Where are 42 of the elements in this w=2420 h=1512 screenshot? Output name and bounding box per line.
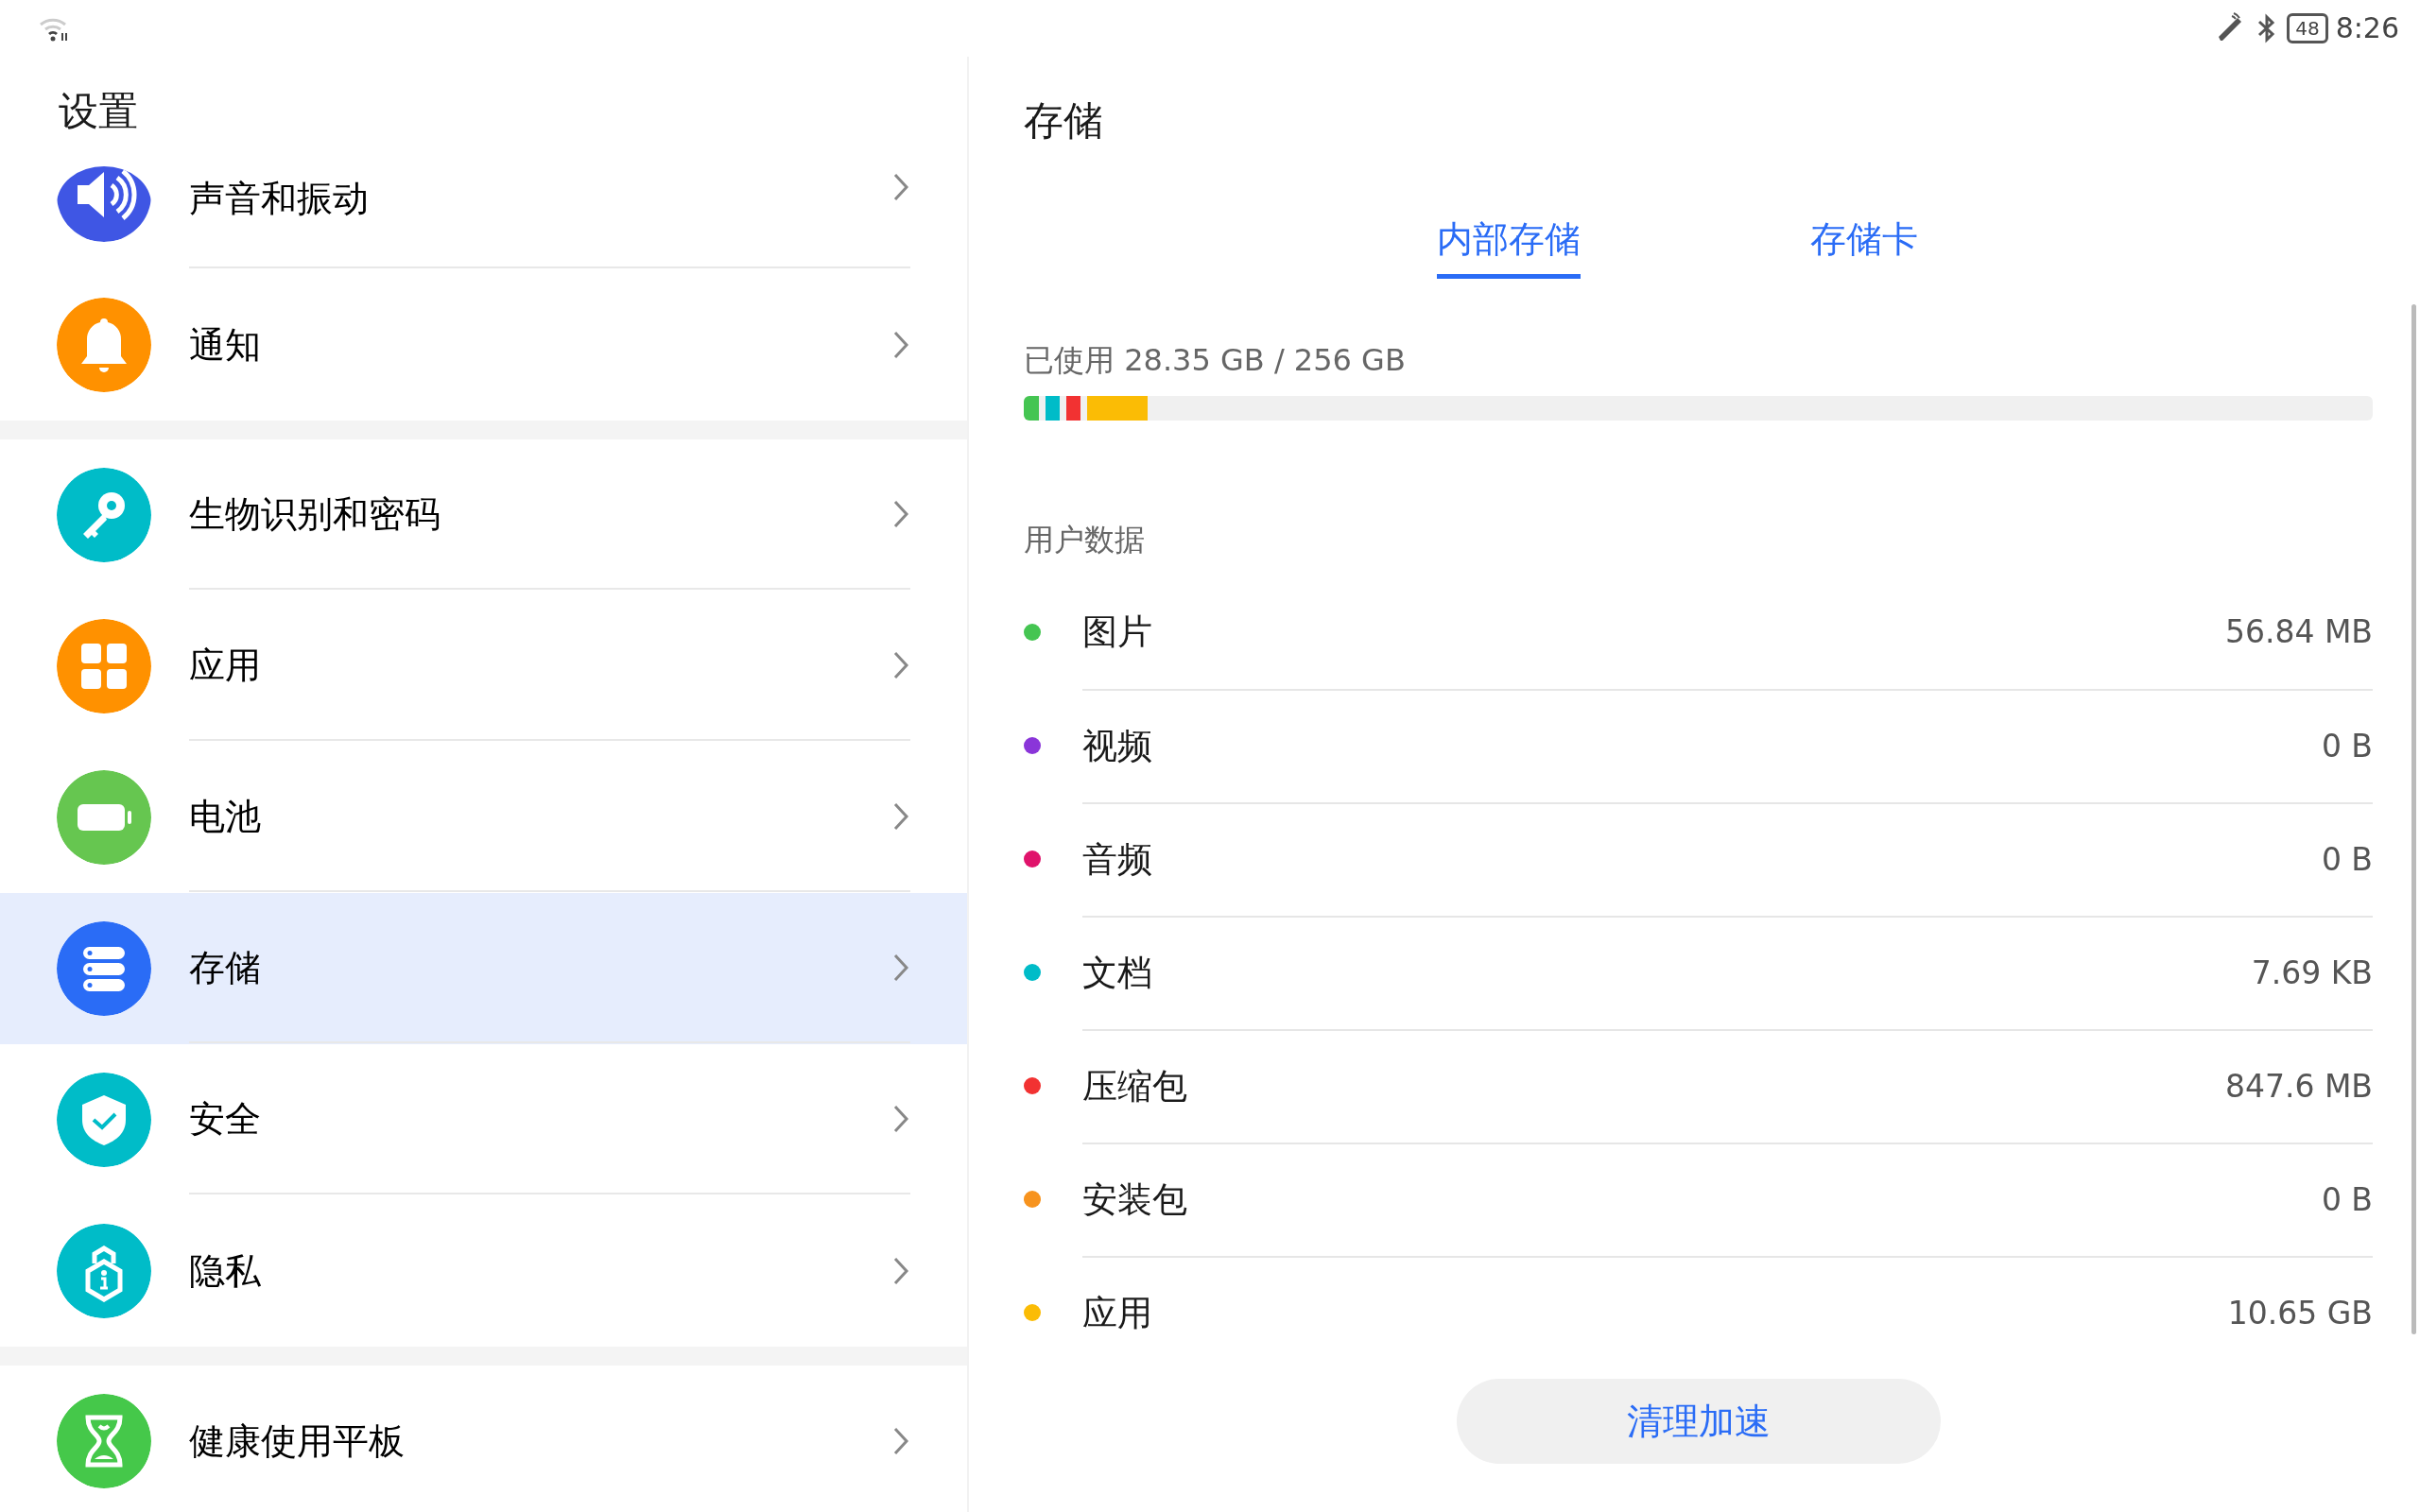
hourglass-icon bbox=[57, 1394, 151, 1488]
bell-icon bbox=[57, 298, 151, 392]
category-label: 视频 bbox=[1082, 725, 1153, 769]
battery-level: 48 bbox=[2287, 13, 2328, 43]
category-size: 7.69 KB bbox=[2251, 954, 2373, 994]
key-icon bbox=[57, 468, 151, 562]
category-label: 文档 bbox=[1082, 952, 1153, 996]
storage-icon bbox=[57, 921, 151, 1016]
clean-button[interactable]: 清理加速 bbox=[1456, 1379, 1941, 1464]
section-title: 用户数据 bbox=[1024, 521, 1146, 559]
battery-icon bbox=[57, 770, 151, 865]
usage-text: 已使用 28.35 GB / 256 GB bbox=[1024, 341, 1407, 380]
grid-icon bbox=[57, 619, 151, 713]
category-label: 安装包 bbox=[1082, 1178, 1188, 1223]
chevron-icon bbox=[891, 172, 910, 202]
chevron-icon bbox=[891, 1426, 910, 1456]
category-label: 图片 bbox=[1082, 610, 1153, 655]
chevron-icon bbox=[891, 330, 910, 360]
lock-icon bbox=[57, 1224, 151, 1318]
chevron-icon bbox=[891, 650, 910, 680]
chevron-icon bbox=[891, 499, 910, 529]
shield-icon bbox=[57, 1073, 151, 1167]
category-size: 847.6 MB bbox=[2224, 1067, 2373, 1108]
category-size: 56.84 MB bbox=[2224, 612, 2373, 653]
category-size: 0 B bbox=[2321, 727, 2373, 767]
tab[interactable]: 内部存储 bbox=[1437, 203, 1581, 279]
category-size: 10.65 GB bbox=[2227, 1294, 2373, 1334]
category-size: 0 B bbox=[2321, 840, 2373, 881]
speaker-icon bbox=[57, 166, 151, 242]
chevron-icon bbox=[891, 801, 910, 832]
category-label: 应用 bbox=[1082, 1292, 1153, 1336]
category-label: 压缩包 bbox=[1082, 1065, 1188, 1109]
category-size: 0 B bbox=[2321, 1180, 2373, 1221]
clock: 8:26 bbox=[2335, 14, 2399, 43]
page-title: 存储 bbox=[1024, 96, 1104, 146]
chevron-icon bbox=[891, 953, 910, 983]
tab[interactable]: 存储卡 bbox=[1810, 203, 1918, 279]
chevron-icon bbox=[891, 1104, 910, 1134]
category-label: 音频 bbox=[1082, 838, 1153, 883]
settings-title: 设置 bbox=[58, 87, 139, 136]
sidebar-item[interactable]: 存储 bbox=[0, 893, 967, 1044]
chevron-icon bbox=[891, 1256, 910, 1286]
